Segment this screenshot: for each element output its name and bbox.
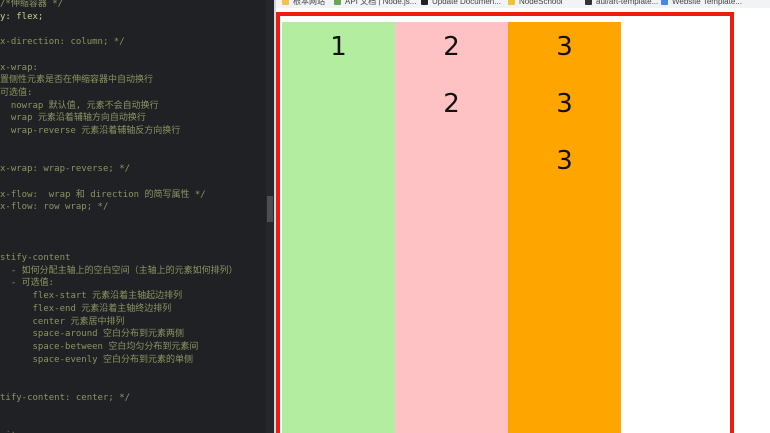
bookmark-item[interactable]: Website Template... xyxy=(661,0,742,7)
flex-item-number: 2 xyxy=(443,89,460,119)
code-line: 置侧性元素是否在伸缩容器中自动换行 xyxy=(0,75,154,86)
bookmark-label: Update Documen... xyxy=(432,0,501,6)
editor-scroll-thumb[interactable] xyxy=(267,196,273,222)
bookmark-item[interactable]: aui/art-template... xyxy=(585,0,658,7)
bookmark-item[interactable]: NodeSchool xyxy=(508,0,563,7)
code-line: x-wrap: xyxy=(0,62,38,73)
code-line: - 可选值: xyxy=(0,278,55,289)
code-line: space-around 空白分布到元素两侧 xyxy=(0,329,184,340)
code-line: /*伸缩容器 */ xyxy=(0,0,64,9)
flex-item-number: 3 xyxy=(556,32,573,62)
bookmark-icon xyxy=(585,0,592,6)
code-line: wrap-reverse 元素沿着辅轴反方向换行 xyxy=(0,126,181,136)
code-editor[interactable]: /*伸缩容器 */ y: flex; x-direction: column; */… xyxy=(0,0,266,433)
bookmarks-bar: 根本网站 API 文档 | Node.js... Update Documen...… xyxy=(276,0,770,8)
bookmark-icon xyxy=(421,0,428,6)
code-line: flex-start 元素沿着主轴起边排列 xyxy=(0,291,183,302)
bookmark-item[interactable]: API 文档 | Node.js... xyxy=(334,0,416,7)
bookmark-item[interactable]: Update Documen... xyxy=(421,0,501,7)
flex-item-3: 3 3 3 xyxy=(508,22,621,433)
flex-item-number: 2 xyxy=(443,32,460,62)
flex-item-number: 3 xyxy=(556,89,573,119)
bookmark-label: Website Template... xyxy=(672,0,742,6)
bookmark-icon xyxy=(508,0,515,6)
code-line: x-flow: wrap 和 direction 的简写属性 */ xyxy=(0,189,206,200)
bookmark-label: NodeSchool xyxy=(519,0,563,6)
flex-item-1: 1 xyxy=(282,22,395,433)
browser-viewport: 根本网站 API 文档 | Node.js... Update Documen...… xyxy=(276,0,770,433)
code-line: space-between 空白均匀分布到元素间 xyxy=(0,341,199,352)
code-line: - 如何分配主轴上的空白空间（主轴上的元素如何排列） xyxy=(0,265,238,276)
code-line: tify-content: center; */ xyxy=(0,392,131,403)
code-line: space-evenly 空白分布到元素的单侧 xyxy=(0,354,193,365)
flex-item-number: 1 xyxy=(330,32,347,62)
bookmark-icon xyxy=(661,0,668,6)
code-line: y: flex; xyxy=(0,11,44,22)
bookmark-label: 根本网站 xyxy=(293,0,325,6)
bookmark-icon xyxy=(282,0,289,6)
code-line: stify-content xyxy=(0,253,71,263)
code-line: 可选值: xyxy=(0,87,33,98)
code-line: x-wrap: wrap-reverse; */ xyxy=(0,164,131,175)
code-line: nowrap 默认值, 元素不会自动换行 xyxy=(0,100,159,111)
bookmark-icon xyxy=(334,0,341,6)
flex-item-2: 22 xyxy=(395,22,508,433)
code-line: center 元素居中排列 xyxy=(0,316,125,327)
code-line: flex-end 元素沿着主轴终边排列 xyxy=(0,303,172,314)
editor-scrollbar[interactable] xyxy=(266,0,274,433)
code-line: x-flow: row wrap; */ xyxy=(0,202,109,213)
bookmark-item[interactable]: 根本网站 xyxy=(282,0,325,7)
bookmark-label: aui/art-template... xyxy=(596,0,659,6)
code-line: x-direction: column; */ xyxy=(0,37,125,48)
flex-item-number: 3 xyxy=(556,146,573,176)
flex-container: 122333 xyxy=(276,12,734,433)
bookmark-label: API 文档 | Node.js... xyxy=(345,0,417,6)
code-line: wrap 元素沿着辅轴方向自动换行 xyxy=(0,113,146,124)
